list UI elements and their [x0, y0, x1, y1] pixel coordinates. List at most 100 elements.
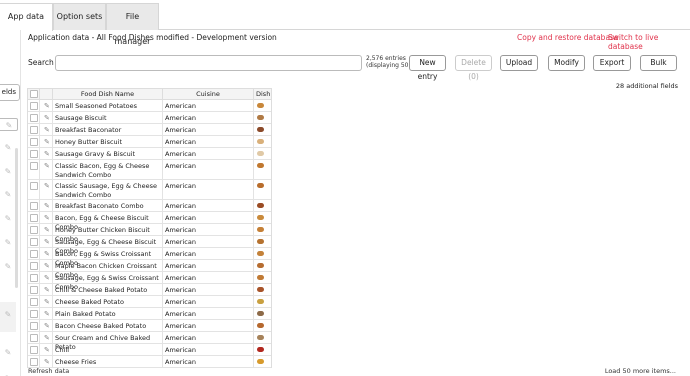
edit-row-icon[interactable]: ✎: [44, 126, 50, 134]
column-header-dish-image[interactable]: Dish Ir: [254, 89, 271, 100]
export-button[interactable]: Export: [593, 55, 631, 71]
edit-row-icon[interactable]: ✎: [44, 162, 50, 170]
row-checkbox[interactable]: [30, 214, 38, 222]
table-row[interactable]: ✎ Bacon, Egg & Cheese Biscuit Combo Americ…: [28, 212, 271, 231]
row-checkbox[interactable]: [30, 250, 38, 258]
dish-image-icon[interactable]: [257, 103, 264, 108]
edit-row-icon[interactable]: ✎: [44, 274, 50, 282]
edit-row-icon[interactable]: ✎: [44, 102, 50, 110]
row-checkbox[interactable]: [30, 126, 38, 134]
row-checkbox[interactable]: [30, 162, 38, 170]
row-checkbox[interactable]: [30, 274, 38, 282]
table-row[interactable]: ✎ Honey Butter Biscuit American: [28, 136, 271, 148]
table-row[interactable]: ✎ Bacon Cheese Baked Potato American: [28, 320, 271, 332]
edit-icon[interactable]: ✎: [3, 190, 13, 200]
table-row[interactable]: ✎ Sour Cream and Chive Baked Potato Americ…: [28, 332, 271, 351]
sidebar-scrollbar[interactable]: [15, 148, 18, 288]
dish-image-icon[interactable]: [257, 239, 264, 244]
dish-image-icon[interactable]: [257, 151, 264, 156]
dish-image-icon[interactable]: [257, 323, 264, 328]
edit-row-icon[interactable]: ✎: [44, 202, 50, 210]
table-row[interactable]: ✎ Chili & Cheese Baked Potato American: [28, 284, 271, 296]
page-scrollbar[interactable]: [686, 82, 690, 352]
edit-icon[interactable]: ✎: [3, 214, 13, 224]
table-row[interactable]: ✎ Plain Baked Potato American: [28, 308, 271, 320]
edit-row-icon[interactable]: ✎: [44, 182, 50, 190]
table-row[interactable]: ✎ Cheese Baked Potato American: [28, 296, 271, 308]
dish-image-icon[interactable]: [257, 163, 264, 168]
dish-image-icon[interactable]: [257, 227, 264, 232]
new-entry-button[interactable]: New entry: [409, 55, 446, 81]
select-all-checkbox[interactable]: [30, 90, 38, 98]
edit-row-icon[interactable]: ✎: [44, 322, 50, 330]
edit-row-icon[interactable]: ✎: [44, 262, 50, 270]
edit-icon[interactable]: ✎: [3, 238, 13, 248]
table-row[interactable]: ✎ Bacon, Egg & Swiss Croissant Combo Ameri…: [28, 248, 271, 267]
table-row[interactable]: ✎ Sausage, Egg & Swiss Croissant Combo Ame…: [28, 272, 271, 291]
edit-row-icon[interactable]: ✎: [44, 298, 50, 306]
table-row[interactable]: ✎ Breakfast Baconato Combo American: [28, 200, 271, 212]
switch-live-link[interactable]: Switch to live database: [608, 33, 690, 51]
fields-button[interactable]: elds: [0, 84, 20, 101]
table-row[interactable]: ✎ Small Seasoned Potatoes American: [28, 100, 271, 112]
table-row[interactable]: ✎ Honey Butter Chicken Biscuit Combo Ameri…: [28, 224, 271, 243]
dish-image-icon[interactable]: [257, 335, 264, 340]
row-checkbox[interactable]: [30, 226, 38, 234]
row-checkbox[interactable]: [30, 150, 38, 158]
search-input[interactable]: [55, 55, 362, 71]
row-checkbox[interactable]: [30, 114, 38, 122]
dish-image-icon[interactable]: [257, 311, 264, 316]
row-checkbox[interactable]: [30, 102, 38, 110]
edit-row-icon[interactable]: ✎: [44, 114, 50, 122]
dish-image-icon[interactable]: [257, 347, 264, 352]
edit-row-icon[interactable]: ✎: [44, 358, 50, 366]
row-checkbox[interactable]: [30, 334, 38, 342]
row-checkbox[interactable]: [30, 238, 38, 246]
table-row[interactable]: ✎ Classic Sausage, Egg & Cheese Sandwich …: [28, 180, 271, 200]
copy-restore-link[interactable]: Copy and restore database: [517, 33, 619, 42]
dish-image-icon[interactable]: [257, 275, 264, 280]
upload-button[interactable]: Upload: [500, 55, 538, 71]
dish-image-icon[interactable]: [257, 359, 264, 364]
dish-image-icon[interactable]: [257, 115, 264, 120]
edit-icon[interactable]: ✎: [3, 167, 13, 177]
dish-image-icon[interactable]: [257, 139, 264, 144]
load-more-link[interactable]: Load 50 more items...: [605, 367, 676, 375]
edit-row-icon[interactable]: ✎: [44, 226, 50, 234]
table-row[interactable]: ✎ Sausage Gravy & Biscuit American: [28, 148, 271, 160]
dish-image-icon[interactable]: [257, 287, 264, 292]
row-checkbox[interactable]: [30, 202, 38, 210]
edit-icon[interactable]: ✎: [3, 143, 13, 153]
edit-row-icon[interactable]: ✎: [44, 214, 50, 222]
column-header-cuisine[interactable]: Cuisine: [163, 89, 254, 100]
dish-image-icon[interactable]: [257, 251, 264, 256]
edit-row-icon[interactable]: ✎: [44, 334, 50, 342]
edit-icon[interactable]: ✎: [3, 348, 13, 358]
row-checkbox[interactable]: [30, 286, 38, 294]
row-checkbox[interactable]: [30, 310, 38, 318]
edit-row-icon[interactable]: ✎: [44, 286, 50, 294]
edit-icon[interactable]: ✎: [3, 262, 13, 272]
edit-row-icon[interactable]: ✎: [44, 238, 50, 246]
row-checkbox[interactable]: [30, 138, 38, 146]
edit-row-icon[interactable]: ✎: [44, 346, 50, 354]
edit-icon[interactable]: ✎: [3, 310, 13, 320]
table-row[interactable]: ✎ Breakfast Baconator American: [28, 124, 271, 136]
row-checkbox[interactable]: [30, 182, 38, 190]
edit-icon[interactable]: ✎: [4, 121, 14, 131]
row-checkbox[interactable]: [30, 346, 38, 354]
dish-image-icon[interactable]: [257, 127, 264, 132]
table-row[interactable]: ✎ Chili American: [28, 344, 271, 356]
edit-row-icon[interactable]: ✎: [44, 150, 50, 158]
edit-row-icon[interactable]: ✎: [44, 310, 50, 318]
modify-button[interactable]: Modify: [548, 55, 585, 71]
bulk-button[interactable]: Bulk: [640, 55, 677, 71]
tab-file-manager[interactable]: File manager: [106, 3, 159, 46]
delete-button[interactable]: Delete (0): [455, 55, 492, 81]
dish-image-icon[interactable]: [257, 203, 264, 208]
column-header-name[interactable]: Food Dish Name: [53, 89, 163, 100]
dish-image-icon[interactable]: [257, 183, 264, 188]
dish-image-icon[interactable]: [257, 215, 264, 220]
table-row[interactable]: ✎ Maple Bacon Chicken Croissant Combo Amer…: [28, 260, 271, 279]
refresh-data-link[interactable]: Refresh data: [28, 367, 69, 375]
